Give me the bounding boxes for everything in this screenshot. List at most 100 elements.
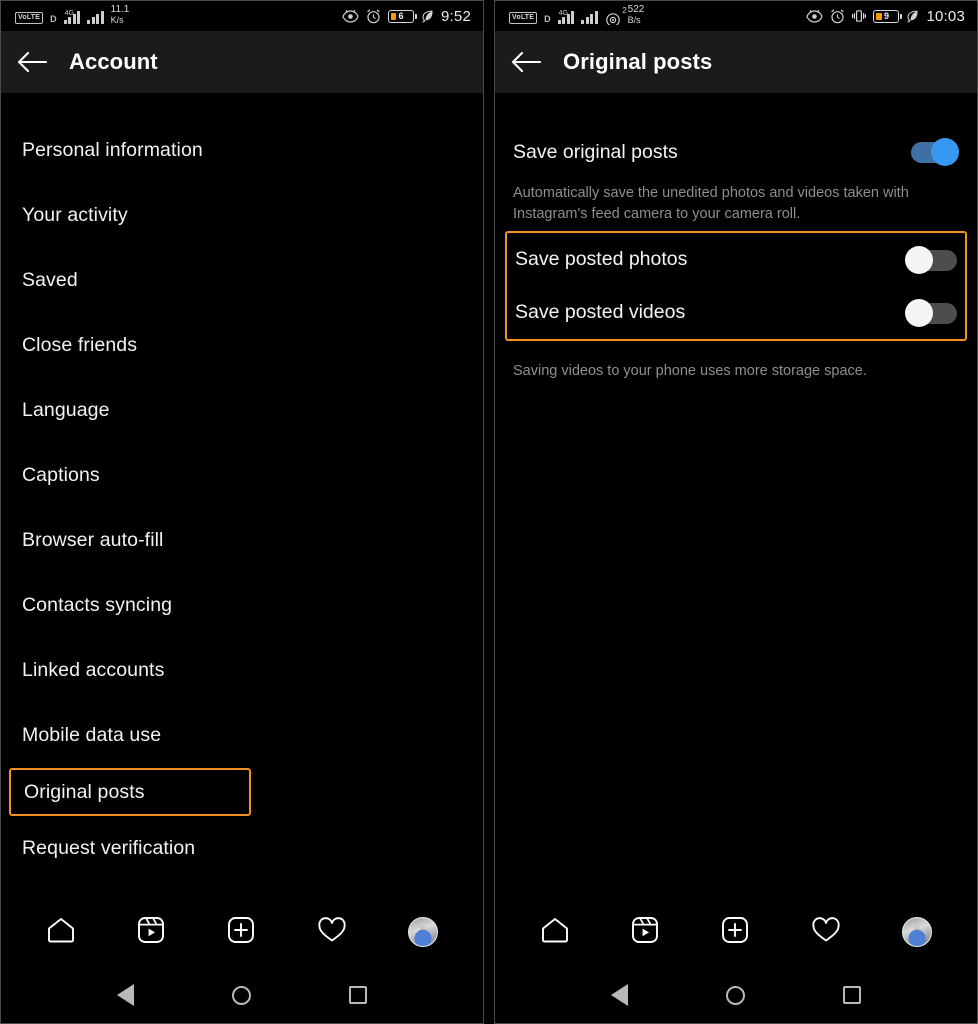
volte-badge-icon: VoLTE	[509, 12, 538, 24]
sim-indicator-icon: D	[50, 14, 57, 24]
status-bar-right-cluster: 9 10:03	[806, 8, 965, 25]
sim-indicator-icon: D	[544, 14, 551, 24]
left-android-system-nav	[1, 967, 483, 1023]
dual-screenshot-stage: VoLTE D 4G 11.1 K/s 6 9:52 Account Perso…	[0, 0, 978, 1024]
signal-bars-secondary-icon	[581, 11, 598, 24]
reels-icon[interactable]	[137, 916, 165, 949]
toggle-knob	[905, 298, 933, 327]
network-speed-indicator: 11.1 K/s	[110, 4, 130, 26]
original-posts-settings: Save original posts Automatically save t…	[495, 93, 977, 897]
toggle-save-posted-videos[interactable]	[905, 298, 957, 327]
battery-percent-label: 9	[883, 11, 889, 21]
network-speed-value: 11.1	[110, 4, 130, 15]
menu-item-captions[interactable]: Captions	[1, 443, 483, 508]
status-bar-left-cluster: VoLTE D 4G 2 522 B/s	[509, 4, 645, 27]
menu-item-saved[interactable]: Saved	[1, 248, 483, 313]
toggle-knob	[931, 138, 959, 166]
save-original-posts-section: Save original posts Automatically save t…	[495, 93, 977, 225]
status-bar-clock: 9:52	[441, 7, 471, 25]
home-icon[interactable]	[540, 916, 570, 949]
row-label: Save original posts	[513, 140, 678, 163]
left-phone-screen: VoLTE D 4G 11.1 K/s 6 9:52 Account Perso…	[0, 0, 484, 1024]
signal-bars-4g-icon: 4G	[557, 10, 575, 26]
footnote-wrap: Saving videos to your phone uses more st…	[495, 341, 977, 382]
toggle-save-original-posts[interactable]	[907, 138, 959, 166]
account-settings-list: Personal information Your activity Saved…	[1, 93, 483, 897]
save-original-posts-description: Automatically save the unedited photos a…	[513, 185, 909, 222]
page-title: Account	[69, 49, 158, 74]
leaf-icon	[907, 10, 918, 23]
network-speed-unit: K/s	[110, 15, 124, 25]
menu-item-close-friends[interactable]: Close friends	[1, 313, 483, 378]
battery-icon: 6	[388, 9, 417, 23]
network-speed-indicator: 522 B/s	[627, 4, 645, 26]
menu-item-browser-auto-fill[interactable]: Browser auto-fill	[1, 508, 483, 573]
battery-icon: 9	[873, 9, 903, 23]
menu-item-request-verification[interactable]: Request verification	[1, 816, 483, 881]
menu-item-label: Your activity	[22, 204, 128, 226]
menu-item-contacts-syncing[interactable]: Contacts syncing	[1, 573, 483, 638]
left-app-bar: Account	[1, 31, 483, 93]
android-recents-button[interactable]	[843, 986, 861, 1004]
battery-percent-label: 6	[398, 11, 404, 21]
activity-heart-icon[interactable]	[317, 916, 347, 949]
menu-item-label: Mobile data use	[22, 724, 162, 746]
network-speed-unit: B/s	[627, 15, 641, 25]
status-bar-right-cluster: 6 9:52	[342, 8, 471, 25]
network-speed-value: 522	[627, 4, 645, 15]
create-post-icon[interactable]	[227, 916, 255, 949]
wifi-superscript-label: 2	[622, 6, 627, 15]
toggle-save-posted-photos[interactable]	[905, 245, 957, 274]
row-save-original-posts[interactable]: Save original posts	[513, 121, 959, 183]
eye-icon	[806, 9, 824, 23]
profile-avatar[interactable]	[902, 917, 933, 947]
page-title: Original posts	[563, 49, 713, 74]
menu-item-your-activity[interactable]: Your activity	[1, 183, 483, 248]
volte-badge-icon: VoLTE	[15, 12, 44, 24]
android-back-button[interactable]	[611, 984, 628, 1006]
signal-bars-4g-icon: 4G	[63, 10, 81, 26]
status-bar-clock: 10:03	[926, 7, 965, 25]
android-home-button[interactable]	[726, 985, 745, 1005]
back-arrow-icon[interactable]	[511, 49, 541, 75]
signal-bars-primary-icon	[63, 11, 81, 24]
toggle-knob	[905, 245, 933, 274]
right-app-bottom-nav	[495, 897, 977, 967]
status-bar-left-cluster: VoLTE D 4G 11.1 K/s	[15, 4, 130, 26]
panel-divider	[484, 0, 494, 1024]
activity-heart-icon[interactable]	[811, 916, 841, 949]
menu-item-label: Original posts	[24, 780, 145, 803]
back-arrow-icon[interactable]	[17, 49, 47, 75]
create-post-icon[interactable]	[721, 916, 749, 949]
row-save-posted-photos[interactable]: Save posted photos	[515, 233, 957, 286]
row-save-posted-videos[interactable]: Save posted videos	[515, 286, 957, 339]
reels-icon[interactable]	[631, 916, 659, 949]
left-status-bar: VoLTE D 4G 11.1 K/s 6 9:52	[1, 1, 483, 31]
right-status-bar: VoLTE D 4G 2 522 B/s 9 10:03	[495, 1, 977, 31]
android-recents-button[interactable]	[349, 986, 367, 1004]
wifi-icon: 2	[605, 6, 627, 27]
menu-item-original-posts[interactable]: Original posts	[9, 768, 251, 816]
menu-list: Personal information Your activity Saved…	[1, 93, 483, 881]
menu-item-label: Browser auto-fill	[22, 529, 164, 551]
menu-item-label: Linked accounts	[22, 659, 165, 681]
android-home-button[interactable]	[232, 985, 251, 1005]
home-icon[interactable]	[46, 916, 76, 949]
storage-footnote: Saving videos to your phone uses more st…	[513, 363, 867, 379]
menu-item-language[interactable]: Language	[1, 378, 483, 443]
right-android-system-nav	[495, 967, 977, 1023]
row-label: Save posted videos	[515, 301, 686, 323]
alarm-icon	[367, 8, 380, 23]
menu-item-linked-accounts[interactable]: Linked accounts	[1, 638, 483, 703]
right-phone-screen: VoLTE D 4G 2 522 B/s 9 10:03 Original po…	[494, 0, 978, 1024]
menu-item-label: Captions	[22, 464, 100, 486]
alarm-icon	[831, 8, 845, 23]
menu-item-label: Saved	[22, 269, 78, 291]
row-label: Save posted photos	[515, 248, 688, 270]
leaf-icon	[422, 10, 433, 23]
android-back-button[interactable]	[117, 984, 134, 1006]
profile-avatar[interactable]	[408, 917, 439, 947]
left-app-bottom-nav	[1, 897, 483, 967]
menu-item-mobile-data-use[interactable]: Mobile data use	[1, 703, 483, 768]
menu-item-personal-information[interactable]: Personal information	[1, 118, 483, 183]
